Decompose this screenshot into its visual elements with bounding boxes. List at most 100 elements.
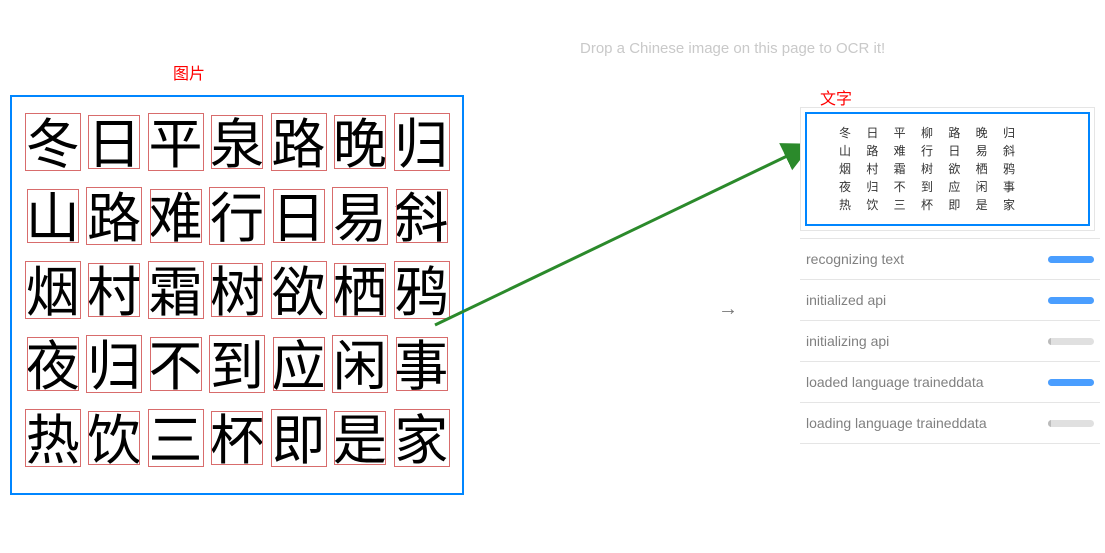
char-cell: 三 bbox=[145, 405, 206, 477]
char-glyph: 即 bbox=[271, 414, 325, 468]
char-cell: 山 bbox=[22, 183, 83, 255]
char-cell: 日 bbox=[83, 109, 144, 181]
char-cell: 杯 bbox=[206, 405, 267, 477]
char-row: 山路难行日易斜 bbox=[22, 183, 452, 255]
progress-fill bbox=[1048, 256, 1094, 263]
char-cell: 热 bbox=[22, 405, 83, 477]
char-glyph: 村 bbox=[87, 266, 141, 320]
text-label: 文字 bbox=[820, 85, 852, 109]
progress-bar bbox=[1048, 256, 1094, 263]
char-cell: 家 bbox=[391, 405, 452, 477]
char-cell: 树 bbox=[206, 257, 267, 329]
char-cell: 泉 bbox=[206, 109, 267, 181]
char-glyph: 路 bbox=[87, 192, 141, 246]
char-glyph: 杯 bbox=[210, 414, 264, 468]
progress-row: loaded language traineddata bbox=[800, 361, 1100, 402]
ocr-result-box: 冬 日 平 柳 路 晚 归山 路 难 行 日 易 斜烟 村 霜 树 欲 栖 鸦夜… bbox=[805, 112, 1090, 226]
char-cell: 事 bbox=[391, 331, 452, 403]
progress-row: initializing api bbox=[800, 320, 1100, 361]
char-cell: 晚 bbox=[329, 109, 390, 181]
char-glyph: 平 bbox=[149, 118, 203, 172]
progress-row: initialized api bbox=[800, 279, 1100, 320]
progress-bar bbox=[1048, 420, 1094, 427]
progress-fill bbox=[1048, 379, 1094, 386]
progress-fill bbox=[1048, 297, 1094, 304]
char-glyph: 不 bbox=[149, 340, 203, 394]
image-label: 图片 bbox=[173, 60, 205, 84]
char-cell: 平 bbox=[145, 109, 206, 181]
progress-label: initializing api bbox=[806, 333, 889, 349]
char-cell: 村 bbox=[83, 257, 144, 329]
arrow-icon: → bbox=[718, 298, 738, 321]
char-row: 烟村霜树欲栖鸦 bbox=[22, 257, 452, 329]
progress-label: loading language traineddata bbox=[806, 415, 987, 431]
char-cell: 不 bbox=[145, 331, 206, 403]
char-glyph: 应 bbox=[271, 340, 325, 394]
char-grid: 冬日平泉路晚归山路难行日易斜烟村霜树欲栖鸦夜归不到应闲事热饮三杯即是家 bbox=[22, 109, 452, 477]
progress-row: loading language traineddata bbox=[800, 402, 1100, 444]
progress-label: loaded language traineddata bbox=[806, 374, 984, 390]
result-line: 冬 日 平 柳 路 晚 归 bbox=[839, 124, 1056, 142]
char-cell: 应 bbox=[268, 331, 329, 403]
char-glyph: 夜 bbox=[26, 340, 80, 394]
char-glyph: 泉 bbox=[210, 118, 264, 172]
char-cell: 行 bbox=[206, 183, 267, 255]
progress-bar bbox=[1048, 379, 1094, 386]
progress-label: recognizing text bbox=[806, 251, 904, 267]
char-cell: 路 bbox=[83, 183, 144, 255]
progress-fill bbox=[1048, 420, 1051, 427]
char-glyph: 霜 bbox=[149, 266, 203, 320]
char-glyph: 斜 bbox=[394, 192, 448, 246]
progress-bar bbox=[1048, 297, 1094, 304]
char-cell: 是 bbox=[329, 405, 390, 477]
char-glyph: 树 bbox=[210, 266, 264, 320]
char-row: 热饮三杯即是家 bbox=[22, 405, 452, 477]
progress-row: recognizing text bbox=[800, 238, 1100, 279]
progress-fill bbox=[1048, 338, 1051, 345]
char-cell: 易 bbox=[329, 183, 390, 255]
ocr-result-panel: 冬 日 平 柳 路 晚 归山 路 难 行 日 易 斜烟 村 霜 树 欲 栖 鸦夜… bbox=[800, 107, 1095, 231]
char-glyph: 归 bbox=[87, 340, 141, 394]
char-glyph: 栖 bbox=[333, 266, 387, 320]
char-glyph: 三 bbox=[149, 414, 203, 468]
char-glyph: 难 bbox=[149, 192, 203, 246]
char-cell: 欲 bbox=[268, 257, 329, 329]
char-cell: 烟 bbox=[22, 257, 83, 329]
conversion-arrow-icon bbox=[430, 130, 830, 330]
char-glyph: 事 bbox=[394, 340, 448, 394]
char-glyph: 日 bbox=[271, 192, 325, 246]
char-cell: 日 bbox=[268, 183, 329, 255]
char-cell: 斜 bbox=[391, 183, 452, 255]
char-glyph: 饮 bbox=[87, 414, 141, 468]
char-glyph: 日 bbox=[87, 118, 141, 172]
char-cell: 鸦 bbox=[391, 257, 452, 329]
char-cell: 饮 bbox=[83, 405, 144, 477]
char-glyph: 山 bbox=[26, 192, 80, 246]
progress-bar bbox=[1048, 338, 1094, 345]
char-glyph: 易 bbox=[333, 192, 387, 246]
char-cell: 难 bbox=[145, 183, 206, 255]
char-cell: 冬 bbox=[22, 109, 83, 181]
char-glyph: 欲 bbox=[271, 266, 325, 320]
source-image-panel[interactable]: 冬日平泉路晚归山路难行日易斜烟村霜树欲栖鸦夜归不到应闲事热饮三杯即是家 bbox=[10, 95, 464, 495]
char-glyph: 鸦 bbox=[394, 266, 448, 320]
drop-hint: Drop a Chinese image on this page to OCR… bbox=[580, 40, 885, 57]
char-cell: 到 bbox=[206, 331, 267, 403]
char-cell: 闲 bbox=[329, 331, 390, 403]
char-cell: 路 bbox=[268, 109, 329, 181]
char-cell: 即 bbox=[268, 405, 329, 477]
result-line: 山 路 难 行 日 易 斜 bbox=[839, 142, 1056, 160]
char-glyph: 闲 bbox=[333, 340, 387, 394]
char-glyph: 到 bbox=[210, 340, 264, 394]
char-row: 夜归不到应闲事 bbox=[22, 331, 452, 403]
char-cell: 霜 bbox=[145, 257, 206, 329]
char-glyph: 家 bbox=[394, 414, 448, 468]
result-line: 热 饮 三 杯 即 是 家 bbox=[839, 196, 1056, 214]
result-line: 夜 归 不 到 应 闲 事 bbox=[839, 178, 1056, 196]
char-cell: 归 bbox=[391, 109, 452, 181]
char-cell: 夜 bbox=[22, 331, 83, 403]
char-cell: 栖 bbox=[329, 257, 390, 329]
char-row: 冬日平泉路晚归 bbox=[22, 109, 452, 181]
char-glyph: 行 bbox=[210, 192, 264, 246]
char-glyph: 归 bbox=[394, 118, 448, 172]
